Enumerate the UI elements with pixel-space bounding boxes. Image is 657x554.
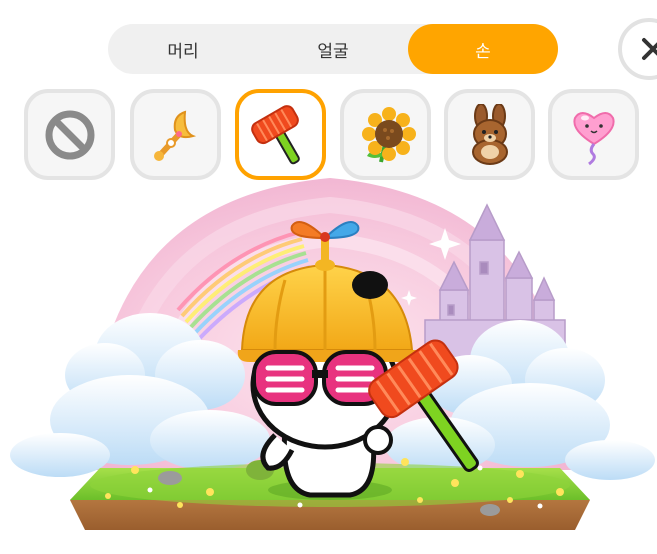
none-icon — [45, 110, 94, 159]
moon-wand-icon — [153, 110, 196, 161]
item-heart-balloon[interactable] — [548, 89, 639, 180]
heart-balloon-icon — [572, 111, 615, 165]
item-toy-hammer[interactable] — [235, 89, 326, 180]
tab-face[interactable]: 얼굴 — [258, 24, 408, 74]
category-tabs: 머리 얼굴 손 — [108, 24, 558, 74]
item-moon-wand[interactable] — [130, 89, 221, 180]
item-sunflower[interactable] — [340, 89, 431, 180]
item-none[interactable] — [24, 89, 115, 180]
teddy-bunny-icon — [471, 103, 508, 165]
sunflower-icon — [361, 106, 416, 162]
item-teddy-bunny[interactable] — [444, 89, 535, 180]
close-icon — [642, 38, 657, 60]
toy-hammer-icon — [250, 104, 300, 164]
tab-hand[interactable]: 손 — [408, 24, 558, 74]
tab-head[interactable]: 머리 — [108, 24, 258, 74]
character-preview-scene — [10, 178, 655, 530]
close-button[interactable] — [618, 18, 657, 80]
